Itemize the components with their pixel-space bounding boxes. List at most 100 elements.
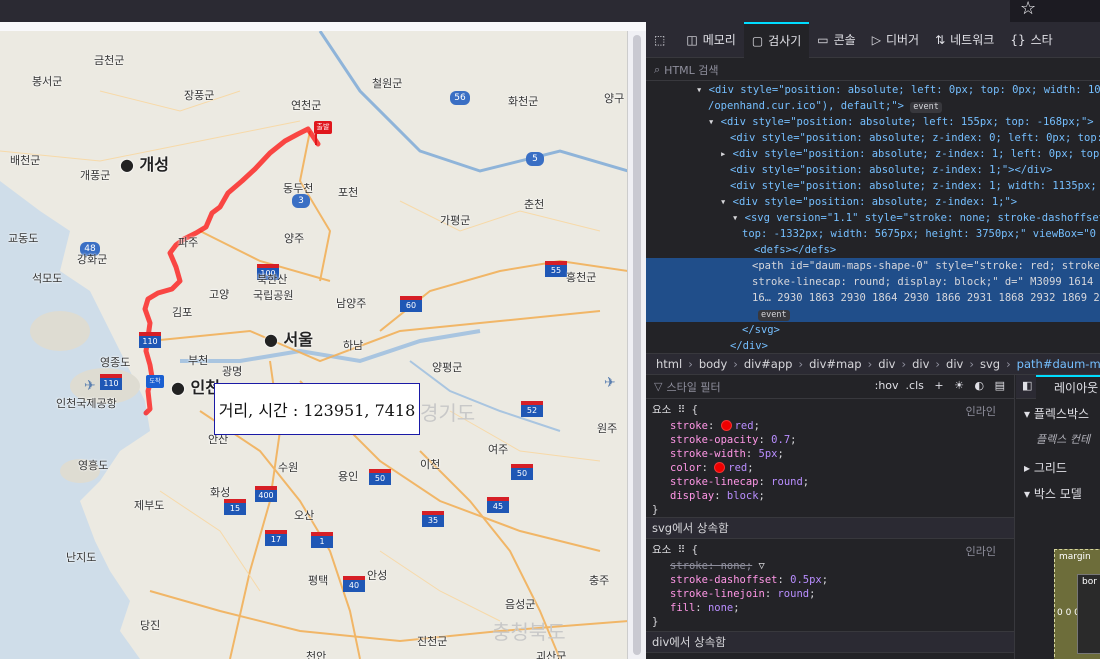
tree-node[interactable]: /openhand.cur.ico"), default;"> event xyxy=(708,98,942,114)
color-swatch[interactable] xyxy=(720,420,732,431)
breadcrumb-item[interactable]: svg xyxy=(980,357,1000,371)
tree-node[interactable]: <div style="position: absolute; z-index:… xyxy=(730,130,1100,146)
margin-label: margin xyxy=(1059,552,1091,562)
tree-node[interactable]: ▾ <div style="position: absolute; z-inde… xyxy=(720,194,1017,210)
highway-shield: 45 xyxy=(487,497,509,513)
declaration[interactable]: stroke-dashoffset: 0.5px; xyxy=(670,573,828,587)
tree-node[interactable]: <defs></defs> xyxy=(754,242,836,258)
breadcrumb-item[interactable]: div xyxy=(946,357,963,371)
tree-node[interactable]: <div style="position: absolute; z-index:… xyxy=(730,162,1052,178)
tab-memory[interactable]: ◫ 메모리 xyxy=(678,22,743,58)
place-label: 화천군 xyxy=(508,95,539,108)
tab-pick-element[interactable]: ⬚ xyxy=(646,22,678,58)
tree-node[interactable]: <div style="position: absolute; z-index:… xyxy=(730,178,1100,194)
declaration-overridden[interactable]: stroke: none; ▽ xyxy=(670,559,765,573)
filter-placeholder: 스타일 필터 xyxy=(666,380,721,394)
dom-tree[interactable]: ▾ <div style="position: absolute; left: … xyxy=(646,82,1100,354)
place-label: 봉서군 xyxy=(32,75,63,88)
breadcrumb-item[interactable]: div xyxy=(912,357,929,371)
color-swatch[interactable] xyxy=(714,462,726,473)
tab-debugger[interactable]: ▷ 디버거 xyxy=(864,22,927,58)
sidebar-toggle-icon[interactable]: ◧ xyxy=(1022,379,1032,392)
style-filter-input[interactable]: ▽ 스타일 필터 :hov .cls + ☀ ◐ ▤ xyxy=(646,375,1014,399)
declaration[interactable]: stroke-opacity: 0.7; xyxy=(670,433,796,447)
tab-label: 콘솔 xyxy=(833,33,856,47)
star-icon[interactable]: ☆ xyxy=(1020,0,1036,19)
search-icon: ⌕ xyxy=(654,62,661,76)
tree-node[interactable]: ▸ <div style="position: absolute; z-inde… xyxy=(720,146,1100,162)
province-label: 경기도 xyxy=(420,401,476,425)
tree-node[interactable]: ▾ <div style="position: absolute; left: … xyxy=(696,82,1100,98)
tree-node[interactable]: top: -1332px; width: 5675px; height: 375… xyxy=(742,226,1100,242)
place-label: 국립공원 xyxy=(253,289,294,302)
tab-label: 디버거 xyxy=(885,33,920,47)
rule-source: 인라인 xyxy=(965,405,996,418)
memory-icon: ◫ xyxy=(686,32,698,47)
place-label: 제부도 xyxy=(134,499,165,512)
breadcrumb-item[interactable]: div#map xyxy=(809,357,862,371)
flexbox-section-toggle[interactable]: ▾ 플렉스박스 xyxy=(1024,405,1089,422)
scrollbar-thumb[interactable] xyxy=(633,35,641,655)
tree-node[interactable]: </svg> xyxy=(742,322,780,338)
add-rule-icon[interactable]: + xyxy=(934,379,943,392)
tree-node[interactable]: ▾ <svg version="1.1" style="stroke: none… xyxy=(732,210,1100,226)
breadcrumb-item[interactable]: html xyxy=(656,357,682,371)
highway-shield: 55 xyxy=(545,261,567,277)
place-label: 북한산 xyxy=(257,273,288,286)
selector-text: 요소 xyxy=(652,404,672,416)
node-markup: <div style="position: absolute; left: 15… xyxy=(720,116,1094,128)
breadcrumb-item[interactable]: body xyxy=(699,357,727,371)
place-label: 양구 xyxy=(604,92,625,105)
tab-network[interactable]: ⇅ 네트워크 xyxy=(927,22,1002,58)
debugger-icon: ▷ xyxy=(871,32,881,47)
map-view[interactable]: 출발 도착 48 56 5 3 100 55 60 110 110 52 400… xyxy=(0,31,628,659)
airport-icon: ✈ xyxy=(604,375,616,391)
filter-icon[interactable]: ▽ xyxy=(759,560,765,572)
address-bar[interactable] xyxy=(0,0,1010,22)
html-search-input[interactable]: ⌕ HTML 검색 xyxy=(646,59,1100,81)
breadcrumb-item[interactable]: div xyxy=(878,357,895,371)
highway-shield: 60 xyxy=(400,296,422,312)
tree-node-selected[interactable]: <path id="daum-maps-shape-0" style="stro… xyxy=(646,258,1100,322)
page-scrollbar[interactable] xyxy=(628,31,646,659)
declaration[interactable]: stroke: red; xyxy=(670,419,760,433)
tab-style-editor[interactable]: {} 스타 xyxy=(1002,22,1060,58)
highway-shield: 1 xyxy=(311,532,333,548)
declaration[interactable]: stroke-width: 5px; xyxy=(670,447,784,461)
declaration[interactable]: fill: none; xyxy=(670,601,740,615)
tab-console[interactable]: ▭ 콘솔 xyxy=(809,22,863,58)
tab-inspector[interactable]: ▢ 검사기 xyxy=(743,21,810,58)
declaration[interactable]: display: block; xyxy=(670,489,765,503)
tree-node[interactable]: </div> xyxy=(730,338,768,354)
property-name: stroke-dashoffset xyxy=(670,574,778,586)
section-label: 박스 모델 xyxy=(1033,487,1082,501)
dark-mode-icon[interactable]: ◐ xyxy=(974,379,984,392)
declaration[interactable]: stroke-linejoin: round; xyxy=(670,587,815,601)
place-label: 안성 xyxy=(367,569,388,582)
declaration[interactable]: stroke-linecap: round; xyxy=(670,475,809,489)
light-mode-icon[interactable]: ☀ xyxy=(954,379,964,392)
declaration[interactable]: color: red; xyxy=(670,461,754,475)
hov-toggle[interactable]: :hov xyxy=(875,379,899,392)
place-label: 양주 xyxy=(284,232,305,245)
place-label: 오산 xyxy=(294,509,315,522)
end-marker: 도착 xyxy=(146,375,164,388)
breadcrumb-item[interactable]: div#app xyxy=(744,357,793,371)
tree-node[interactable]: ▾ <div style="position: absolute; left: … xyxy=(708,114,1094,130)
tab-layout[interactable]: 레이아웃 xyxy=(1036,375,1100,399)
pick-element-icon: ⬚ xyxy=(654,32,666,47)
breadcrumb-item-current[interactable]: path#daum-maps-s xyxy=(1017,357,1100,371)
event-badge[interactable]: event xyxy=(910,102,942,113)
browser-toolbar: ☆ xyxy=(0,0,1100,22)
box-model-section-toggle[interactable]: ▾ 박스 모델 xyxy=(1024,485,1082,502)
tab-label: 네트워크 xyxy=(950,33,995,47)
property-name: stroke-linecap xyxy=(670,476,759,488)
property-value: round xyxy=(777,588,810,600)
tab-label: 검사기 xyxy=(768,34,802,48)
section-label: 그리드 xyxy=(1033,461,1067,475)
print-media-icon[interactable]: ▤ xyxy=(995,379,1005,392)
cls-toggle[interactable]: .cls xyxy=(906,379,924,392)
grid-section-toggle[interactable]: ▸ 그리드 xyxy=(1024,459,1067,476)
event-badge[interactable]: event xyxy=(758,310,790,321)
node-markup: <div style="position: absolute; z-index:… xyxy=(732,196,1018,208)
